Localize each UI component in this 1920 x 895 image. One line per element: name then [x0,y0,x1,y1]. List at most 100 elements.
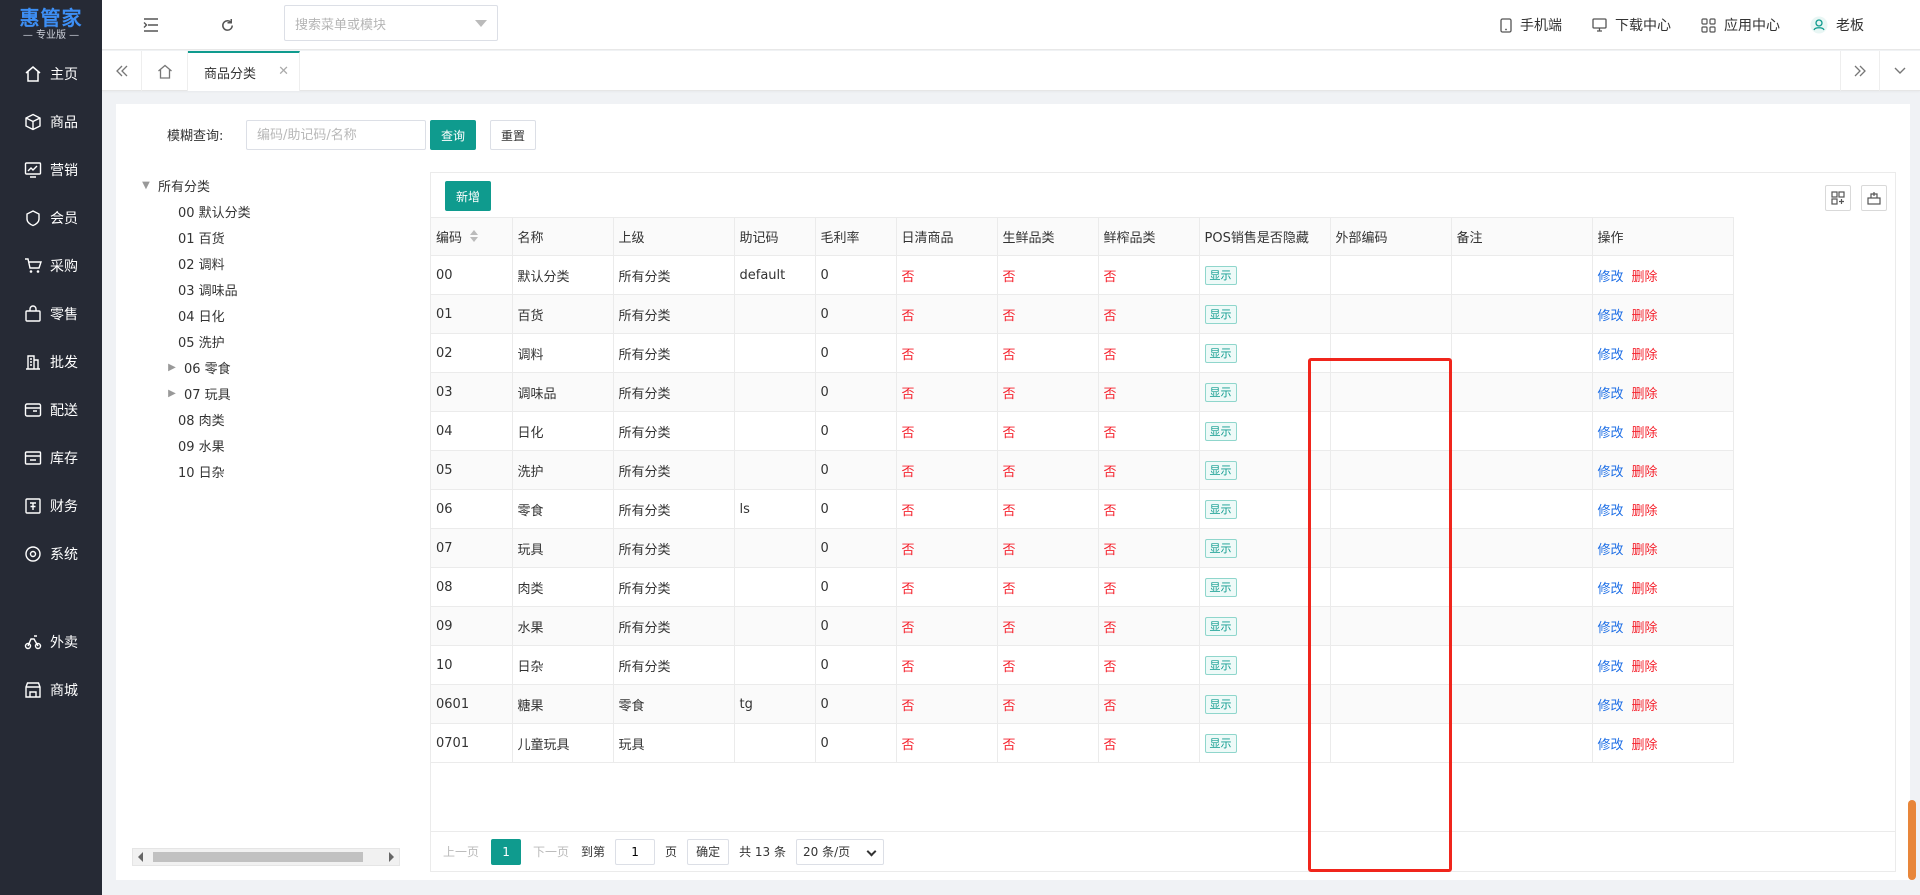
edit-link[interactable]: 修改 [1598,348,1624,363]
sidebar-item-store[interactable]: 商城 [0,666,102,714]
table-row[interactable]: 09 水果 所有分类 0 否 否 否 显示 修改 删除 [431,606,1734,646]
current-page-button[interactable]: 1 [491,838,522,865]
scrollbar-thumb[interactable] [153,852,363,862]
table-row[interactable]: 07 玩具 所有分类 0 否 否 否 显示 修改 删除 [431,528,1734,568]
table-row[interactable]: 01 百货 所有分类 0 否 否 否 显示 修改 删除 [431,294,1734,334]
sidebar-item-home[interactable]: 主页 [0,50,102,98]
column-header-label: 毛利率 [820,231,860,246]
column-settings-icon[interactable] [1825,185,1851,211]
fuzzy-search-input[interactable] [246,120,426,150]
tab-scroll-left-icon[interactable] [102,51,142,91]
edit-link[interactable]: 修改 [1598,699,1624,714]
tree-horizontal-scrollbar[interactable] [132,848,400,866]
tree-node[interactable]: 08 肉类 [140,406,420,432]
sidebar-item-inventory[interactable]: 库存 [0,434,102,482]
edit-link[interactable]: 修改 [1598,504,1624,519]
tab-scroll-right-icon[interactable] [1840,51,1880,91]
edit-link[interactable]: 修改 [1598,309,1624,324]
delete-link[interactable]: 删除 [1632,738,1658,753]
sidebar-item-settings[interactable]: 系统 [0,530,102,578]
reset-button[interactable]: 重置 [490,120,536,150]
edit-link[interactable]: 修改 [1598,270,1624,285]
prev-page-button[interactable]: 上一页 [443,843,479,860]
download-center-link[interactable]: 下载中心 [1592,15,1671,35]
table-row[interactable]: 05 洗护 所有分类 0 否 否 否 显示 修改 删除 [431,450,1734,490]
delete-link[interactable]: 删除 [1632,660,1658,675]
table-row[interactable]: 08 肉类 所有分类 0 否 否 否 显示 修改 删除 [431,567,1734,607]
query-button[interactable]: 查询 [430,120,476,150]
home-tab-icon[interactable] [142,51,188,91]
delete-link[interactable]: 删除 [1632,582,1658,597]
table-row[interactable]: 00 默认分类 所有分类 default 0 否 否 否 显示 修改 删除 [431,255,1734,295]
sidebar-item-takeout[interactable]: 外卖 [0,618,102,666]
tree-node[interactable]: 02 调料 [140,250,420,276]
refresh-icon[interactable] [216,14,238,36]
sidebar-item-delivery[interactable]: 配送 [0,386,102,434]
tab-menu-chevron-down-icon[interactable] [1880,51,1920,91]
delete-link[interactable]: 删除 [1632,387,1658,402]
export-icon[interactable] [1861,185,1887,211]
tree-node[interactable]: ▶ 06 零食 [140,354,420,380]
edit-link[interactable]: 修改 [1598,543,1624,558]
edit-link[interactable]: 修改 [1598,426,1624,441]
scroll-right-arrow-icon[interactable] [389,852,394,862]
tree-node[interactable]: 05 洗护 [140,328,420,354]
table-row[interactable]: 10 日杂 所有分类 0 否 否 否 显示 修改 删除 [431,645,1734,685]
edit-link[interactable]: 修改 [1598,582,1624,597]
tree-node[interactable]: ▶ 07 玩具 [140,380,420,406]
tree-node[interactable]: 00 默认分类 [140,198,420,224]
delete-link[interactable]: 删除 [1632,270,1658,285]
table-row[interactable]: 0701 儿童玩具 玩具 0 否 否 否 显示 修改 删除 [431,723,1734,763]
sidebar-item-finance[interactable]: 财务 [0,482,102,530]
scroll-left-arrow-icon[interactable] [138,852,143,862]
goto-page-input[interactable] [615,838,656,865]
delete-link[interactable]: 删除 [1632,621,1658,636]
delete-link[interactable]: 删除 [1632,504,1658,519]
edit-link[interactable]: 修改 [1598,465,1624,480]
table-row[interactable]: 04 日化 所有分类 0 否 否 否 显示 修改 删除 [431,411,1734,451]
delete-link[interactable]: 删除 [1632,309,1658,324]
user-menu[interactable]: 老板 [1810,15,1864,35]
next-page-button[interactable]: 下一页 [533,843,569,860]
delete-link[interactable]: 删除 [1632,543,1658,558]
tree-node[interactable]: 09 水果 [140,432,420,458]
caret-right-icon[interactable]: ▶ [166,388,178,399]
edit-link[interactable]: 修改 [1598,621,1624,636]
page-size-select[interactable]: 20 条/页 [795,838,884,865]
sidebar-item-cube[interactable]: 商品 [0,98,102,146]
delete-link[interactable]: 删除 [1632,699,1658,714]
sidebar-item-marketing[interactable]: 营销 [0,146,102,194]
sidebar-item-building[interactable]: 批发 [0,338,102,386]
tree-node[interactable]: 10 日杂 [140,458,420,484]
delete-link[interactable]: 删除 [1632,426,1658,441]
edit-link[interactable]: 修改 [1598,660,1624,675]
caret-down-icon[interactable]: ▼ [140,180,152,191]
tree-root[interactable]: ▼ 所有分类 [140,172,420,198]
delete-link[interactable]: 删除 [1632,465,1658,480]
close-icon[interactable]: ✕ [278,64,289,79]
page-scrollbar-thumb[interactable] [1908,800,1916,880]
menu-toggle-icon[interactable] [140,14,162,36]
caret-right-icon[interactable]: ▶ [166,362,178,373]
sidebar-item-cart[interactable]: 采购 [0,242,102,290]
sort-icon[interactable] [470,230,479,246]
delete-link[interactable]: 删除 [1632,348,1658,363]
table-row[interactable]: 03 调味品 所有分类 0 否 否 否 显示 修改 删除 [431,372,1734,412]
table-row[interactable]: 0601 糖果 零食 tg 0 否 否 否 显示 修改 删除 [431,684,1734,724]
menu-search-input[interactable]: 搜索菜单或模块 [284,5,498,41]
add-button[interactable]: 新增 [445,181,491,211]
app-center-link[interactable]: 应用中心 [1701,15,1780,35]
goto-confirm-button[interactable]: 确定 [687,838,730,865]
tree-node[interactable]: 01 百货 [140,224,420,250]
mobile-link[interactable]: 手机端 [1500,15,1562,35]
sidebar-item-member[interactable]: 会员 [0,194,102,242]
tab-product-category[interactable]: 商品分类 ✕ [188,51,300,91]
edit-link[interactable]: 修改 [1598,738,1624,753]
sidebar-item-bag[interactable]: 零售 [0,290,102,338]
table-row[interactable]: 06 零食 所有分类 ls 0 否 否 否 显示 修改 删除 [431,489,1734,529]
table-row[interactable]: 02 调料 所有分类 0 否 否 否 显示 修改 删除 [431,333,1734,373]
edit-link[interactable]: 修改 [1598,387,1624,402]
column-header[interactable]: 编码 [431,217,513,256]
tree-node[interactable]: 04 日化 [140,302,420,328]
tree-node[interactable]: 03 调味品 [140,276,420,302]
